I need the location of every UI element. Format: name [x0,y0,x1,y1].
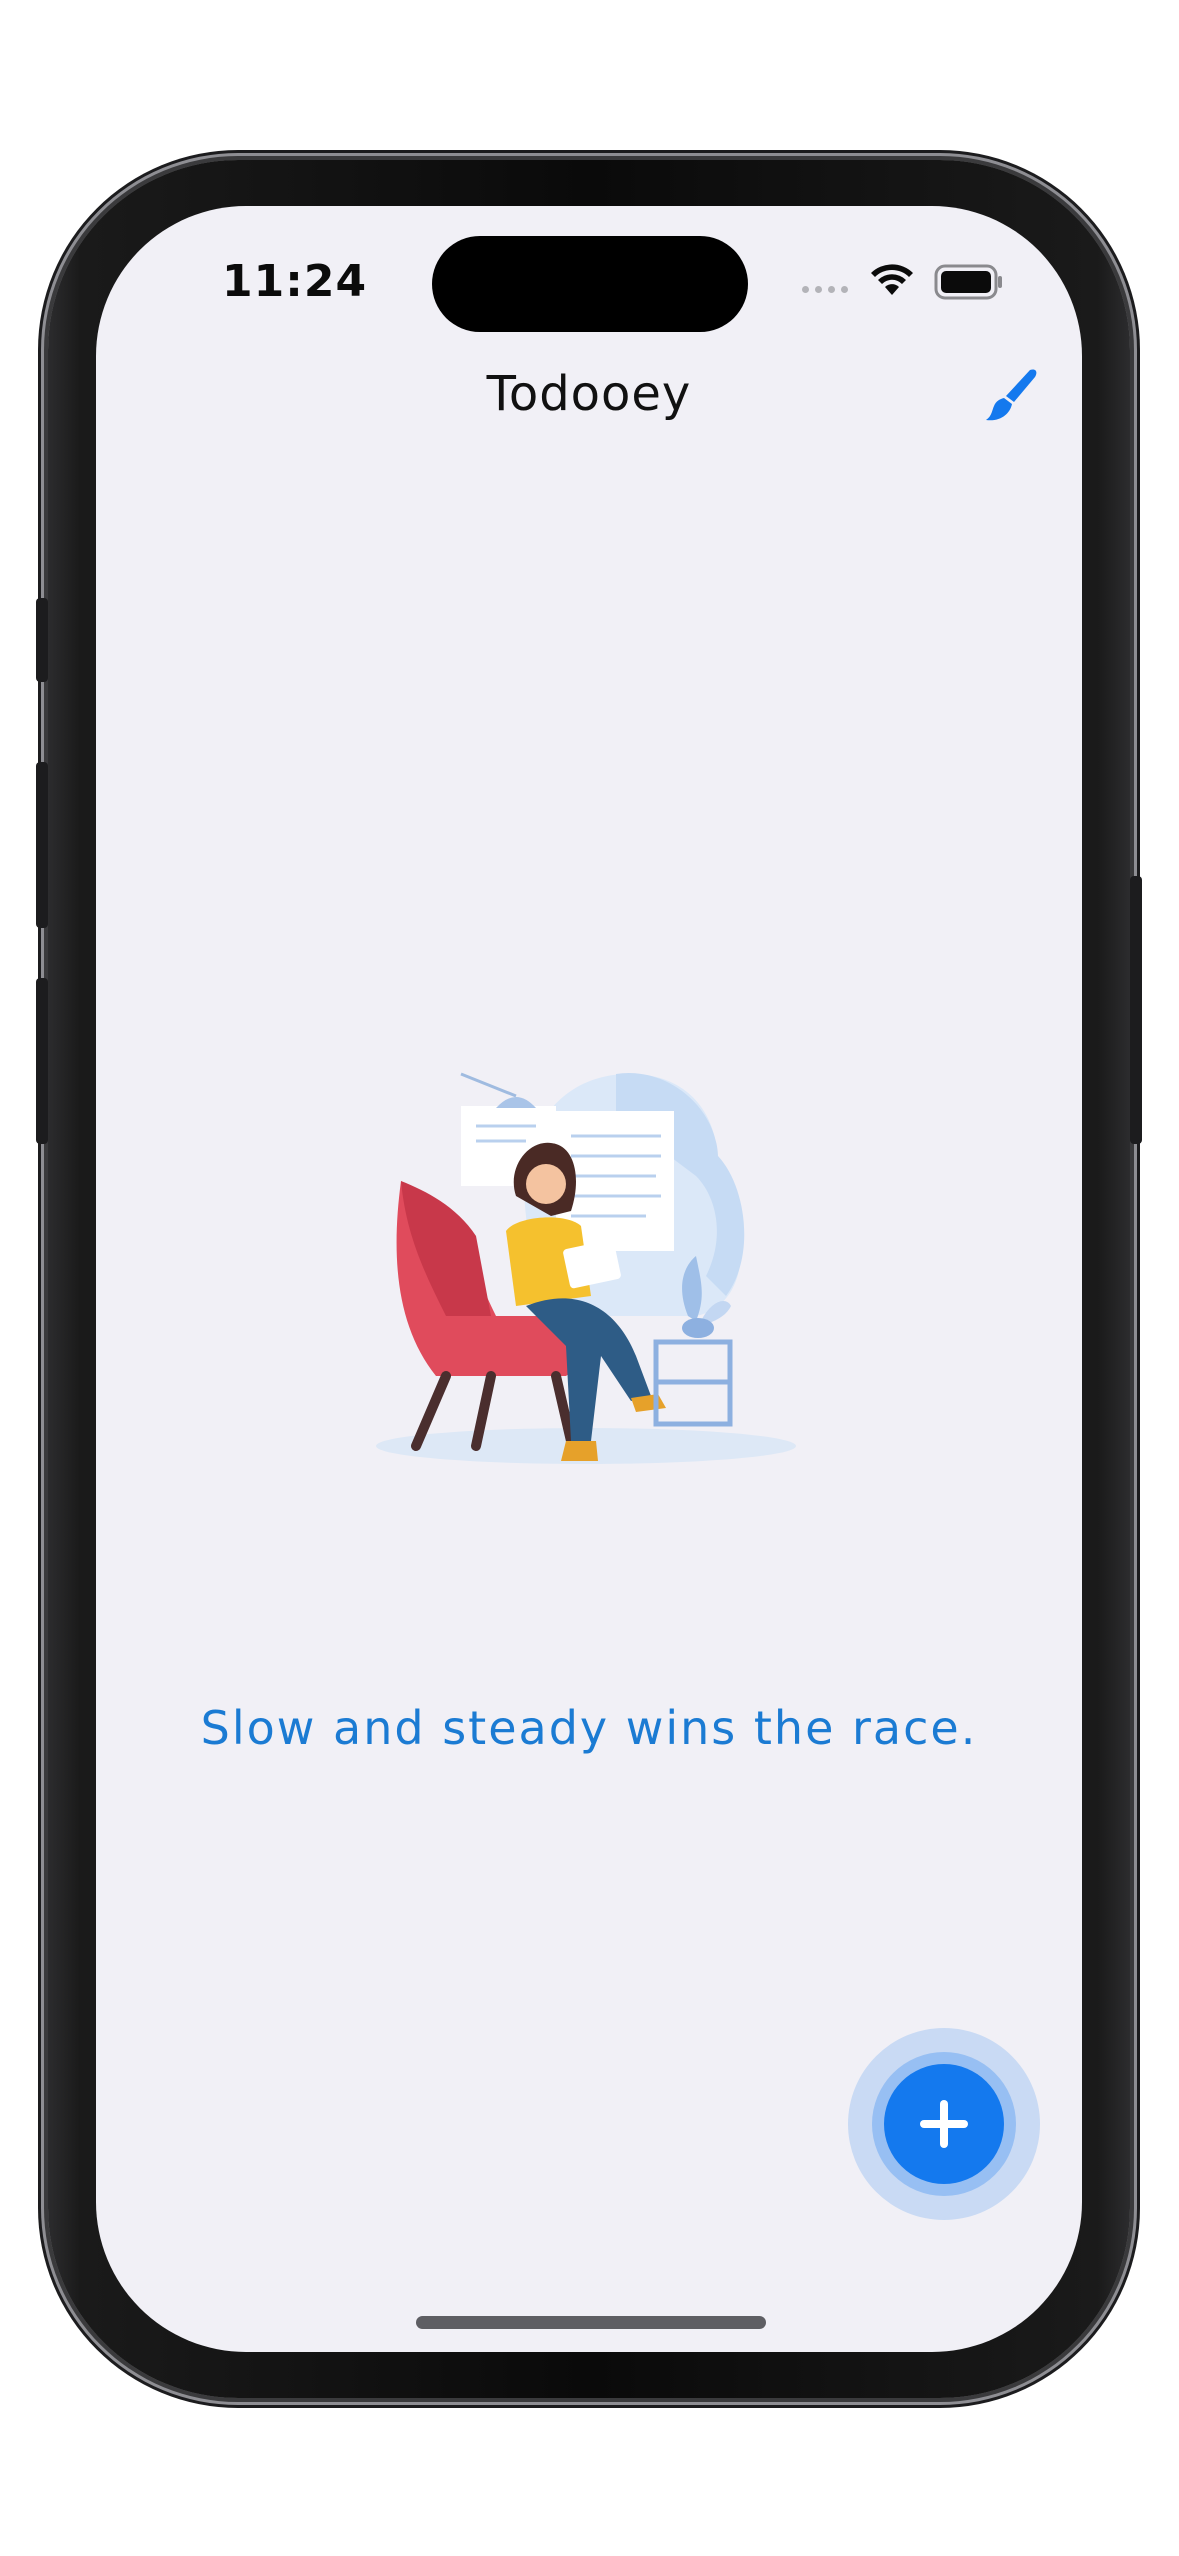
volume-down-button [36,978,48,1144]
power-button [1130,876,1142,1144]
dynamic-island [432,236,748,332]
empty-state-illustration [376,1072,796,1464]
add-task-button[interactable] [884,2064,1004,2184]
theme-button[interactable] [980,366,1040,426]
paintbrush-icon [986,369,1037,421]
page-title: Todooey [486,366,692,422]
home-indicator[interactable] [416,2316,766,2329]
cellular-signal-icon [802,286,848,293]
app-screen: 11:24 Todooey Slow and steady wins the r… [96,206,1082,2352]
status-time: 11:24 [222,256,368,307]
wifi-icon [871,264,913,295]
battery-icon [934,264,1002,300]
plus-icon [920,2100,968,2148]
empty-state-quote: Slow and steady wins the race. [200,1701,978,1755]
volume-up-button [36,762,48,928]
action-button [36,598,48,682]
